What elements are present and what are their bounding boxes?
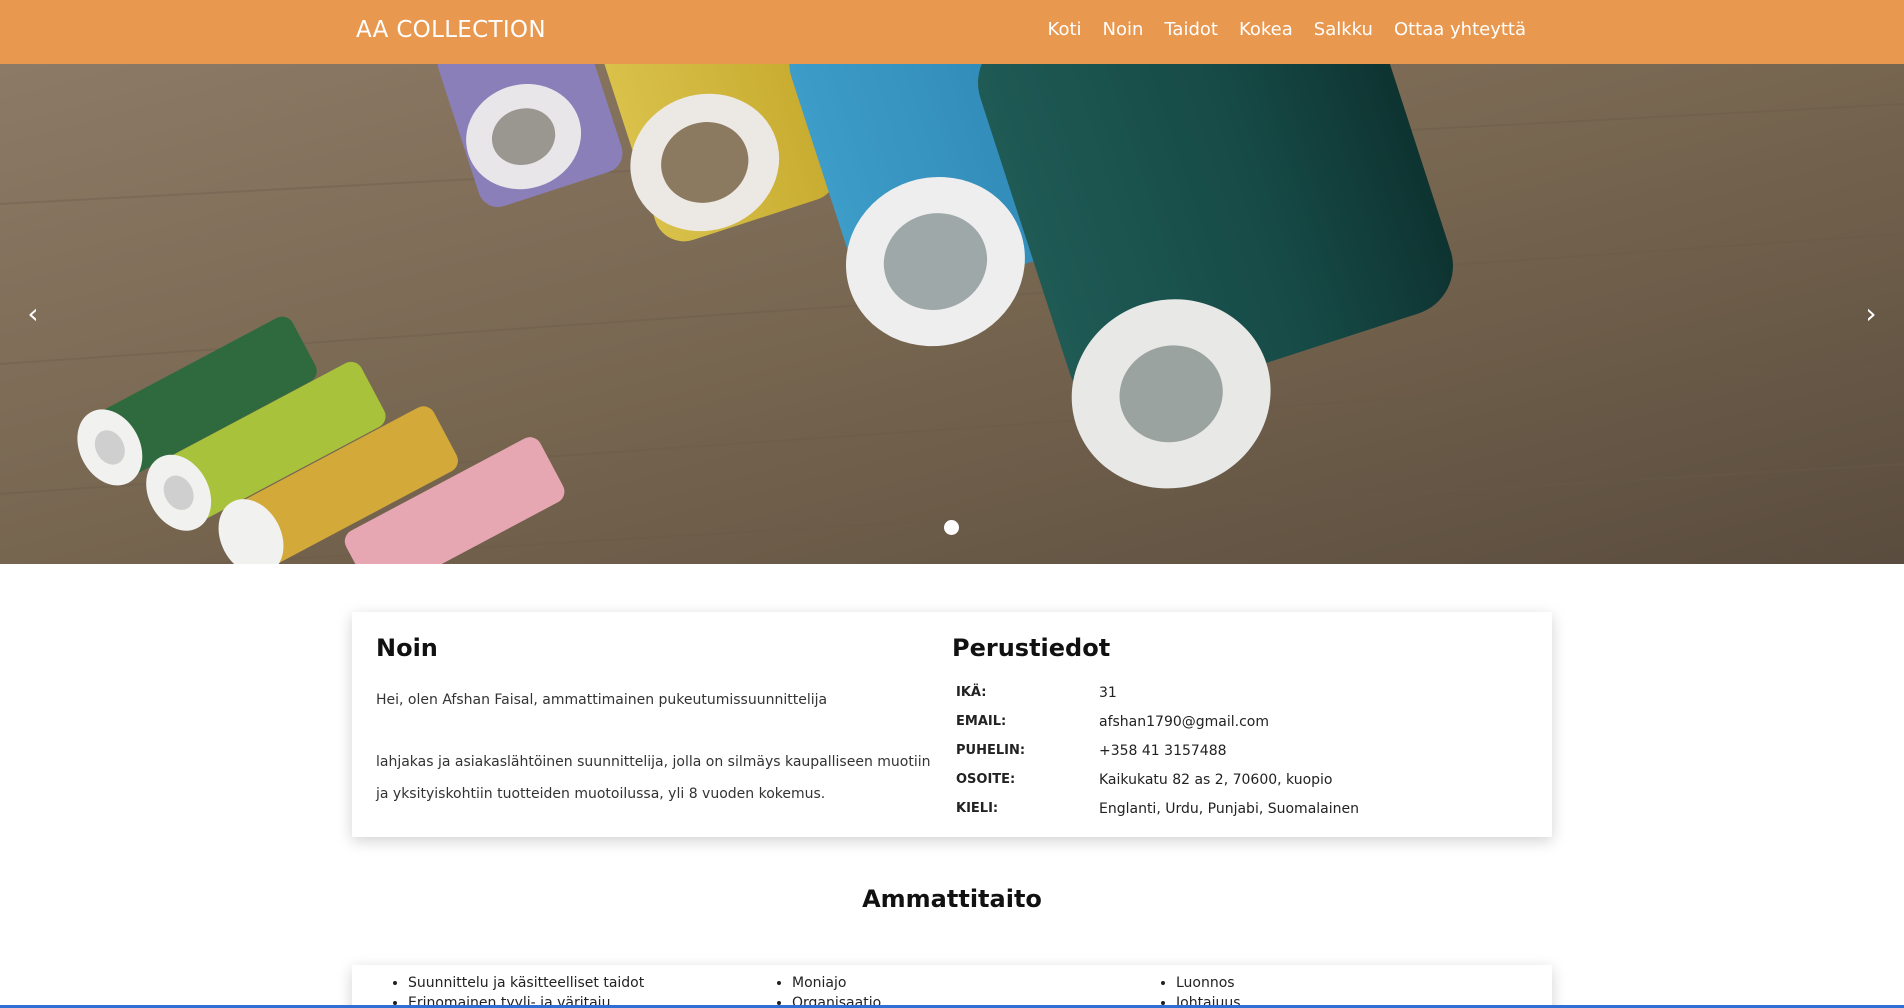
nav-link-noin[interactable]: Noin — [1103, 19, 1144, 40]
about-body: lahjakas ja asiakaslähtöinen suunnitteli… — [376, 754, 931, 802]
info-row-email: EMAIL: afshan1790@gmail.com — [956, 707, 1359, 736]
nav-link-ottaa-yhteytta[interactable]: Ottaa yhteyttä — [1394, 19, 1526, 40]
info-label: OSOITE: — [956, 772, 1016, 787]
carousel-prev-icon[interactable]: ‹ — [13, 294, 53, 334]
info-label: EMAIL: — [956, 714, 1007, 729]
nav-link-salkku[interactable]: Salkku — [1314, 19, 1373, 40]
info-row-address: OSOITE: Kaikukatu 82 as 2, 70600, kuopio — [956, 765, 1359, 794]
nav-link-koti[interactable]: Koti — [1048, 19, 1082, 40]
carousel-indicator-dot[interactable] — [944, 520, 959, 535]
info-value-email[interactable]: afshan1790@gmail.com — [1099, 707, 1359, 736]
about-card: Noin Hei, olen Afshan Faisal, ammattimai… — [352, 612, 1552, 837]
info-label: IKÄ: — [956, 685, 987, 700]
hero-carousel: ‹ › — [0, 64, 1904, 564]
top-navbar: AA COLLECTION Koti Noin Taidot Kokea Sal… — [0, 0, 1904, 64]
about-title: Noin — [376, 634, 438, 662]
thread-spools-image — [0, 64, 1904, 564]
nav-link-kokea[interactable]: Kokea — [1239, 19, 1293, 40]
carousel-next-icon[interactable]: › — [1851, 294, 1891, 334]
info-label: KIELI: — [956, 801, 999, 816]
brand-logo-link[interactable]: AA COLLECTION — [356, 17, 546, 43]
about-intro: Hei, olen Afshan Faisal, ammattimainen p… — [376, 692, 828, 708]
about-section: Noin Hei, olen Afshan Faisal, ammattimai… — [376, 634, 946, 840]
skills-card: Suunnittelu ja käsitteelliset taidot Eri… — [352, 965, 1552, 1008]
skills-column-1: Suunnittelu ja käsitteelliset taidot Eri… — [376, 973, 736, 1008]
info-value: Englanti, Urdu, Punjabi, Suomalainen — [1099, 800, 1359, 817]
info-value: 31 — [1099, 684, 1117, 701]
basic-info-table: IKÄ: 31 EMAIL: afshan1790@gmail.com PUHE… — [956, 678, 1359, 823]
nav-menu: Koti Noin Taidot Kokea Salkku Ottaa yhte… — [1048, 19, 1526, 40]
basic-info-section: Perustiedot IKÄ: 31 EMAIL: afshan1790@gm… — [952, 634, 1532, 823]
skill-item: Suunnittelu ja käsitteelliset taidot — [408, 973, 736, 993]
info-row-phone: PUHELIN: +358 41 3157488 — [956, 736, 1359, 765]
skill-item: Moniajo — [792, 973, 1120, 993]
skills-column-2: Moniajo Organisaatio — [760, 973, 1120, 1008]
basic-info-title: Perustiedot — [952, 634, 1111, 662]
skills-title: Ammattitaito — [862, 885, 1042, 913]
info-label: PUHELIN: — [956, 743, 1026, 758]
nav-link-taidot[interactable]: Taidot — [1164, 19, 1218, 40]
info-value: Kaikukatu 82 as 2, 70600, kuopio — [1099, 771, 1333, 788]
info-row-age: IKÄ: 31 — [956, 678, 1359, 707]
info-row-language: KIELI: Englanti, Urdu, Punjabi, Suomalai… — [956, 794, 1359, 823]
about-text: Hei, olen Afshan Faisal, ammattimainen p… — [376, 684, 946, 810]
skills-column-3: Luonnos Johtajuus — [1144, 973, 1504, 1008]
info-value-phone[interactable]: +358 41 3157488 — [1099, 736, 1359, 765]
skill-item: Luonnos — [1176, 973, 1504, 993]
